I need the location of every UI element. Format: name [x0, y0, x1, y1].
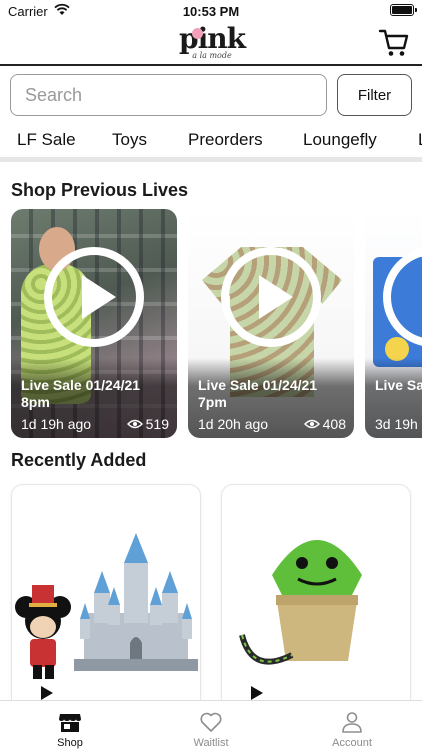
view-count: 408: [322, 416, 346, 432]
live-time-ago: 1d 19h ago: [21, 416, 92, 432]
category-partial[interactable]: L: [418, 130, 422, 150]
filter-button[interactable]: Filter: [337, 74, 412, 116]
category-tabs: LF Sale Toys Preorders Loungefly L: [0, 124, 422, 162]
category-loungefly[interactable]: Loungefly: [303, 130, 377, 150]
search-row: Filter: [0, 74, 422, 118]
tab-label: Account: [332, 737, 372, 749]
play-icon[interactable]: [381, 245, 422, 349]
oogie-boogie-bag-image: [239, 540, 362, 665]
ice-cream-scoop-icon: [192, 28, 203, 39]
live-card[interactable]: Live Sale 01/24/21 7pm 1d 20h ago 408: [188, 209, 354, 438]
clock: 10:53 PM: [182, 4, 240, 19]
category-toys[interactable]: Toys: [112, 130, 147, 150]
live-card[interactable]: Live Sa 8pm 3d 19h: [365, 209, 422, 438]
play-icon[interactable]: [219, 245, 323, 349]
eye-icon: [126, 419, 143, 429]
live-view-count: 519: [126, 416, 169, 432]
tab-shop[interactable]: Shop: [0, 701, 140, 750]
brand-logo[interactable]: pink a la mode: [172, 24, 252, 62]
tab-account[interactable]: Account: [282, 701, 422, 750]
tab-label: Shop: [57, 737, 83, 749]
recently-added-heading: Recently Added: [11, 450, 147, 470]
play-icon[interactable]: [250, 685, 264, 701]
live-card[interactable]: Live Sale 01/24/21 8pm 1d 19h ago 519: [11, 209, 177, 438]
view-count: 519: [145, 416, 169, 432]
play-icon[interactable]: [42, 245, 146, 349]
live-title: Live Sale 01/24/21 8pm: [21, 377, 141, 410]
user-icon: [342, 712, 362, 733]
category-lf-sale[interactable]: LF Sale: [17, 130, 76, 150]
logo-text: pink: [179, 22, 246, 55]
previous-lives-heading: Shop Previous Lives: [11, 180, 189, 200]
live-time-ago: 1d 20h ago: [198, 416, 269, 432]
live-title: Live Sa 8pm: [375, 377, 422, 393]
heart-icon: [200, 712, 222, 732]
live-view-count: 408: [303, 416, 346, 432]
status-bar: Carrier 10:53 PM: [0, 0, 422, 22]
live-title: Live Sale 01/24/21 7pm: [198, 377, 318, 410]
castle-figure-image: [74, 533, 198, 671]
tab-bar: Shop Waitlist Account: [0, 700, 422, 750]
store-icon: [59, 714, 81, 732]
play-icon[interactable]: [40, 685, 54, 701]
mickey-figure-image: [15, 585, 71, 679]
search-input[interactable]: [10, 74, 327, 116]
battery-icon: [390, 4, 417, 16]
product-card[interactable]: [221, 484, 411, 714]
nav-bar: pink a la mode: [0, 22, 422, 66]
live-time-ago: 3d 19h: [375, 416, 418, 432]
eye-icon: [303, 419, 320, 429]
tab-label: Waitlist: [193, 737, 229, 749]
cart-icon[interactable]: [378, 28, 410, 58]
category-preorders[interactable]: Preorders: [188, 130, 263, 150]
tab-waitlist[interactable]: Waitlist: [141, 701, 281, 750]
product-card[interactable]: [11, 484, 201, 714]
